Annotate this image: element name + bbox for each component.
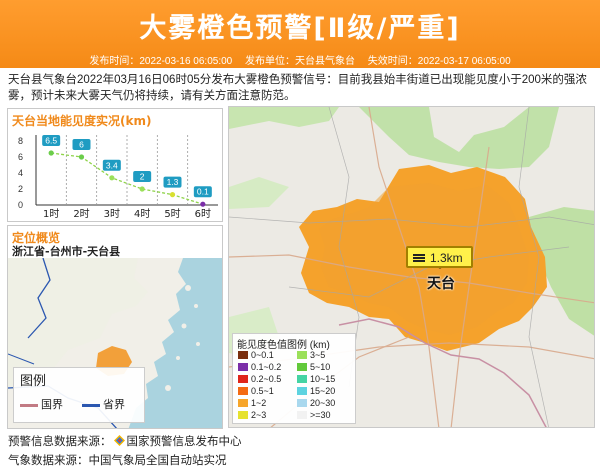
data-point [78,154,85,160]
color-swatch [238,387,248,395]
warning-meta: 发布时间：2022-03-16 06:05:00 发布单位：天台县气象台 失效时… [0,52,600,67]
warning-source-label: 预警信息数据来源： [8,436,112,448]
x-tick-label: 3时 [104,208,120,220]
data-label: 6.5 [45,136,57,146]
main-map[interactable]: 1.3km 天台 能见度色值图例 (km) 0~0.1 0.1~0.2 0.2~0.… [228,106,595,428]
color-legend-label: 20~30 [310,398,336,408]
color-legend-label: 0.5~1 [251,386,274,396]
boundary-legend: 图例 国界 省界 [13,367,145,423]
x-tick-label: 4时 [134,208,150,220]
data-label: 0.1 [197,187,209,197]
color-legend-item: 2~3 [238,410,266,420]
data-point [109,175,115,181]
color-swatch [297,375,307,383]
color-legend-label: 10~15 [310,374,336,384]
visibility-value: 1.3km [430,251,463,265]
color-swatch [297,411,307,419]
color-swatch [297,363,307,371]
color-legend-label: >=30 [310,410,331,420]
color-legend-label: 0.1~0.2 [251,362,282,372]
color-legend-label: 0.2~0.5 [251,374,282,384]
y-tick-label: 6 [18,152,23,162]
provincial-border-swatch [82,403,100,407]
color-swatch [297,351,307,359]
data-point [200,201,206,207]
data-point [139,186,145,192]
legend-national-label: 国界 [41,399,63,411]
x-tick-label: 5时 [164,208,180,220]
color-legend-item: >=30 [297,410,331,420]
color-legend-title: 能见度色值图例 (km) [237,340,330,351]
visibility-chart: 0 2 4 6 8 6.5 1时 6 2时 3.4 3时 2 4时 1.3 5时 0.1 6时 [18,135,218,220]
color-legend-item: 0.1~0.2 [238,362,281,372]
warning-source-name[interactable]: 国家预警信息发布中心 [127,436,242,448]
color-swatch [297,387,307,395]
color-legend-label: 2~3 [251,410,267,420]
color-legend-item: 0.2~0.5 [238,374,281,384]
fog-icon [413,254,425,262]
color-legend-label: 5~10 [310,362,331,372]
legend-national-border: 国界 [20,396,63,412]
legend-provincial-label: 省界 [103,399,125,411]
color-legend-item: 20~30 [297,398,335,408]
x-tick-label: 6时 [195,208,211,220]
color-legend-label: 15~20 [310,386,336,396]
y-tick-label: 8 [18,136,23,146]
data-point [48,150,54,156]
color-legend-item: 10~15 [297,374,335,384]
color-legend-item: 1~2 [238,398,266,408]
legend-provincial-border: 省界 [82,396,125,412]
weather-source-line: 气象数据来源：中国气象局全国自动站实况 [8,455,227,467]
data-label: 3.4 [106,160,118,170]
warning-source-line: 预警信息数据来源： 国家预警信息发布中心 [8,433,242,449]
data-label: 2 [140,172,145,182]
color-swatch [238,375,248,383]
x-tick-label: 2时 [73,208,89,220]
color-swatch [238,411,248,419]
color-swatch [238,363,248,371]
x-tick-label: 1时 [43,208,59,220]
color-legend-item: 0~0.1 [238,350,274,360]
visibility-value-badge[interactable]: 1.3km [406,246,473,268]
y-tick-label: 4 [18,168,23,178]
release-center-logo-icon [113,435,125,446]
national-border-swatch [20,403,38,407]
color-swatch [238,399,248,407]
location-path: 浙江省-台州市-天台县 [12,245,121,258]
color-swatch [297,399,307,407]
boundary-legend-title: 图例 [20,374,47,389]
data-point [169,192,176,198]
color-legend-label: 1~2 [251,398,267,408]
y-tick-label: 0 [18,200,23,210]
publish-time: 发布时间：2022-03-16 06:05:00 [89,56,233,67]
warning-header: 大雾橙色预警[Ⅱ级/严重] 发布时间：2022-03-16 06:05:00 发… [0,0,600,68]
color-legend-item: 0.5~1 [238,386,274,396]
color-legend-item: 3~5 [297,350,325,360]
color-legend-item: 15~20 [297,386,335,396]
warning-title: 大雾橙色预警[Ⅱ级/严重] [139,13,461,44]
expire-time: 失效时间：2022-03-17 06:05:00 [367,56,511,67]
visibility-color-legend: 能见度色值图例 (km) 0~0.1 0.1~0.2 0.2~0.5 0.5~1 1~2… [232,333,356,424]
visibility-panel: 天台当地能见度实况(km) 0 2 4 6 8 6.5 1时 6 2时 3.4 3时 2 4时 1.3 5时… [7,108,223,222]
y-tick-label: 2 [18,184,23,194]
warning-description: 天台县气象台2022年03月16日06时05分发布大雾橙色预警信号：目前我县始丰… [8,74,587,102]
data-label: 6 [79,140,84,150]
publisher: 发布单位：天台县气象台 [245,56,355,67]
data-label: 1.3 [167,177,179,187]
color-legend-item: 5~10 [297,362,330,372]
color-legend-label: 3~5 [310,350,326,360]
location-panel: 定位概览 浙江省-台州市-天台县 图例 国界 省界 [7,225,223,429]
color-swatch [238,351,248,359]
city-label: 天台 [427,276,455,292]
color-legend-label: 0~0.1 [251,350,274,360]
